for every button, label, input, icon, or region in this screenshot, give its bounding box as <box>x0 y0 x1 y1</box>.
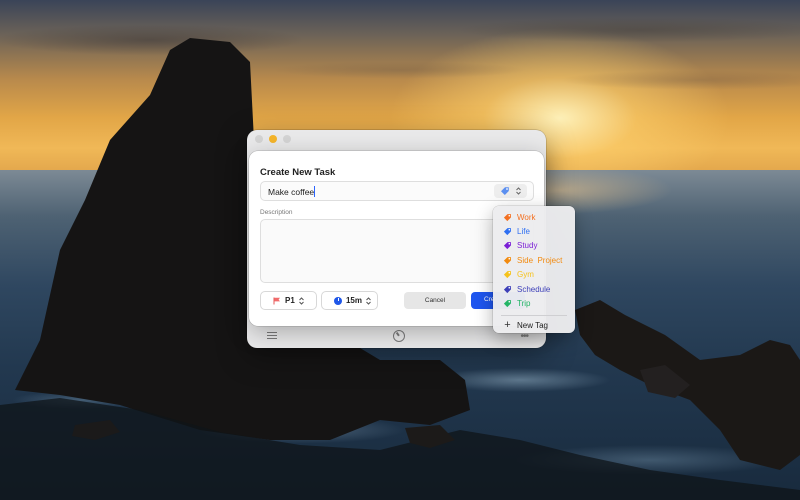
tag-icon <box>503 300 511 308</box>
chevron-updown-icon <box>298 296 304 305</box>
menu-divider <box>501 314 567 316</box>
tag-menu-item-label: Gym <box>517 270 534 280</box>
flag-icon <box>273 297 280 304</box>
priority-selector[interactable]: P1 <box>260 291 317 310</box>
description-label: Description <box>260 209 293 216</box>
duration-value: 15m <box>345 296 362 305</box>
list-icon[interactable] <box>267 332 277 340</box>
tag-menu-item[interactable]: Schedule <box>493 282 575 296</box>
tag-menu-item-label: Life <box>517 227 530 237</box>
tag-menu-item[interactable]: Trip <box>493 296 575 310</box>
chevron-updown-icon <box>366 296 371 305</box>
tag-icon <box>503 242 511 250</box>
tag-picker-button[interactable] <box>494 184 527 198</box>
new-tag-label: New Tag <box>517 321 548 331</box>
tag-icon <box>503 228 511 236</box>
tag-menu-item[interactable]: Life <box>493 224 575 238</box>
tag-dropdown-menu: Work Life Study Side Project Gym Schedule Trip… <box>493 206 575 333</box>
plus-icon: + <box>504 319 511 332</box>
tag-icon <box>503 213 511 221</box>
tag-icon <box>503 271 511 279</box>
task-name-input[interactable] <box>268 185 488 198</box>
cancel-button[interactable]: Cancel <box>404 292 466 309</box>
timer-icon[interactable] <box>392 330 405 342</box>
tag-menu-item-label: Trip <box>517 299 531 309</box>
dialog-title: Create New Task <box>260 167 336 178</box>
tag-icon <box>501 187 509 195</box>
tag-menu-item-label: Side Project <box>517 255 563 265</box>
tag-menu-item-label: Schedule <box>517 284 551 294</box>
task-name-field[interactable] <box>260 181 534 201</box>
tag-icon <box>503 285 511 293</box>
tag-menu-item[interactable]: Side Project <box>493 253 575 267</box>
clock-icon <box>334 296 342 305</box>
minimize-window-button[interactable] <box>269 135 277 143</box>
zoom-window-button[interactable] <box>283 135 291 143</box>
text-caret <box>314 186 315 197</box>
tag-menu-item[interactable]: Work <box>493 210 575 224</box>
tag-menu-item-label: Study <box>517 241 538 251</box>
tag-icon <box>503 256 511 264</box>
chevron-updown-icon <box>516 187 521 195</box>
priority-value: P1 <box>285 296 295 305</box>
tag-menu-item[interactable]: Study <box>493 239 575 253</box>
new-tag-menu-item[interactable]: + New Tag <box>493 319 575 333</box>
window-controls <box>255 135 291 143</box>
tag-menu-item-label: Work <box>517 212 536 222</box>
close-window-button[interactable] <box>255 135 263 143</box>
tag-menu-item[interactable]: Gym <box>493 268 575 282</box>
duration-selector[interactable]: 15m <box>321 291 378 310</box>
